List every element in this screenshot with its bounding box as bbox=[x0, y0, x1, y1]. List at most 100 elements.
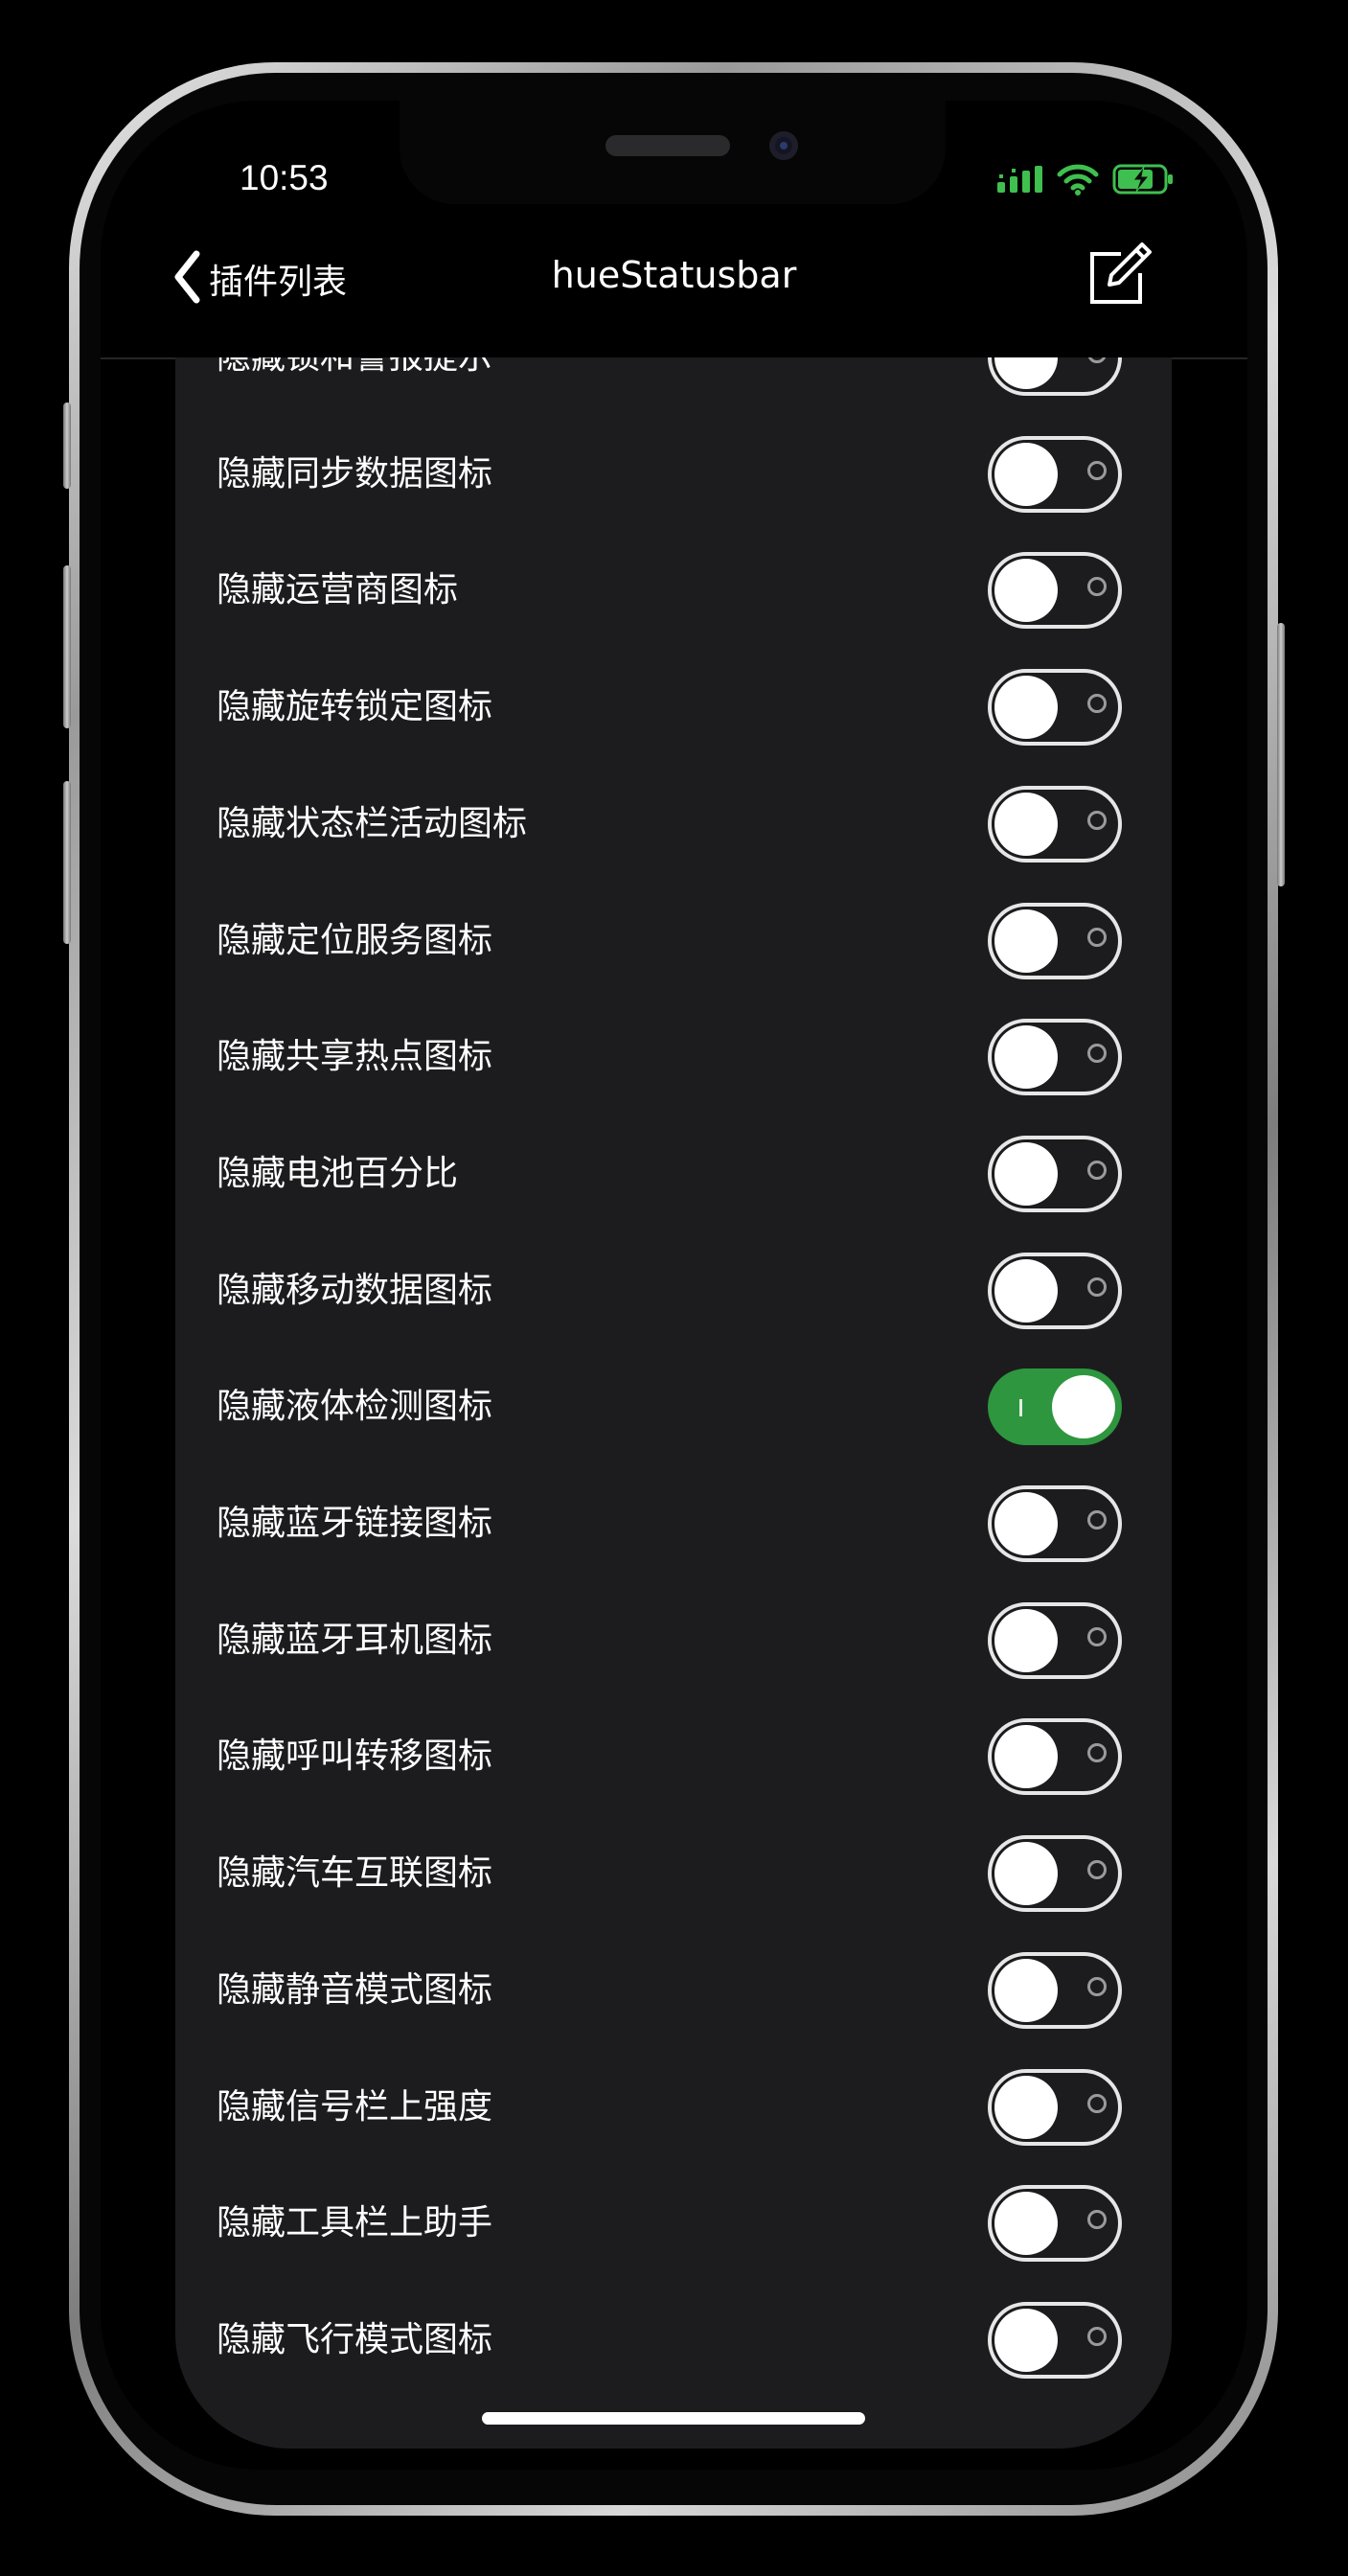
setting-row: 隐藏工具栏上助手 bbox=[175, 2165, 1172, 2282]
toggle-switch[interactable] bbox=[988, 1252, 1122, 1329]
phone-screen: 10:53 插件列表 hueStatusbar 隐藏同步数据图标 隐藏运营商图标… bbox=[101, 101, 1247, 2470]
setting-label: 隐藏锁和警报提示 bbox=[217, 357, 492, 416]
switch-off-mark-icon bbox=[1087, 2326, 1107, 2346]
toggle-switch[interactable] bbox=[988, 552, 1122, 630]
earpiece-speaker bbox=[605, 135, 730, 156]
home-indicator[interactable] bbox=[482, 2412, 865, 2425]
setting-label: 隐藏同步数据图标 bbox=[217, 453, 493, 494]
silent-switch bbox=[63, 402, 71, 489]
switch-off-mark-icon bbox=[1087, 1510, 1107, 1530]
switch-knob bbox=[994, 1725, 1058, 1789]
setting-row: 隐藏状态栏活动图标 bbox=[175, 766, 1172, 883]
switch-off-mark-icon bbox=[1087, 810, 1107, 830]
setting-row: 隐藏旋转锁定图标 bbox=[175, 649, 1172, 766]
switch-knob bbox=[994, 442, 1058, 506]
switch-off-mark-icon bbox=[1087, 1976, 1107, 1996]
switch-off-mark-icon bbox=[1087, 577, 1107, 597]
toggle-switch[interactable] bbox=[988, 1601, 1122, 1679]
notch bbox=[400, 101, 946, 204]
setting-label: 隐藏蓝牙链接图标 bbox=[217, 1504, 493, 1543]
setting-row: 隐藏信号栏上强度 bbox=[175, 2049, 1172, 2166]
setting-label: 隐藏信号栏上强度 bbox=[217, 2086, 493, 2127]
toggle-switch[interactable] bbox=[988, 902, 1122, 979]
toggle-switch[interactable] bbox=[988, 1835, 1122, 1913]
toggle-switch[interactable] bbox=[988, 435, 1122, 513]
setting-row: 隐藏静音模式图标 bbox=[175, 1932, 1172, 2049]
setting-label: 隐藏共享热点图标 bbox=[217, 1037, 493, 1077]
setting-label: 隐藏运营商图标 bbox=[217, 570, 459, 610]
toggle-switch[interactable] bbox=[988, 2068, 1122, 2146]
switch-off-mark-icon bbox=[1087, 2210, 1107, 2230]
setting-row: 隐藏液体检测图标 bbox=[175, 1348, 1172, 1465]
setting-row: 隐藏共享热点图标 bbox=[175, 999, 1172, 1116]
switch-knob bbox=[994, 792, 1058, 856]
setting-row: 隐藏电池百分比 bbox=[175, 1116, 1172, 1232]
switch-knob bbox=[994, 1608, 1058, 1672]
front-camera-icon bbox=[769, 131, 798, 160]
toggle-switch[interactable] bbox=[988, 1951, 1122, 2029]
switch-knob bbox=[994, 357, 1058, 389]
settings-list: 隐藏锁和警报提示隐藏同步数据图标隐藏运营商图标隐藏旋转锁定图标隐藏状态栏活动图标… bbox=[175, 357, 1172, 2449]
switch-on-mark-icon bbox=[1019, 1399, 1022, 1417]
toggle-switch[interactable] bbox=[988, 1019, 1122, 1096]
toggle-switch[interactable] bbox=[988, 2301, 1122, 2379]
edit-button[interactable] bbox=[1088, 242, 1152, 310]
switch-off-mark-icon bbox=[1087, 460, 1107, 480]
setting-label: 隐藏定位服务图标 bbox=[217, 920, 493, 960]
compose-icon bbox=[1088, 242, 1152, 310]
navigation-bar: 插件列表 hueStatusbar bbox=[101, 242, 1247, 359]
wifi-icon bbox=[1057, 163, 1099, 199]
switch-off-mark-icon bbox=[1087, 1160, 1107, 1180]
setting-label: 隐藏状态栏活动图标 bbox=[217, 803, 528, 843]
status-time: 10:53 bbox=[240, 158, 329, 197]
setting-row: 隐藏蓝牙耳机图标 bbox=[175, 1582, 1172, 1699]
setting-row: 隐藏锁和警报提示 bbox=[175, 357, 1172, 416]
page-title: hueStatusbar bbox=[551, 254, 797, 296]
toggle-switch[interactable] bbox=[988, 1135, 1122, 1212]
switch-off-mark-icon bbox=[1087, 927, 1107, 947]
switch-knob bbox=[994, 2075, 1058, 2139]
toggle-switch[interactable] bbox=[988, 1368, 1122, 1446]
switch-knob bbox=[994, 676, 1058, 740]
setting-label: 隐藏汽车互联图标 bbox=[217, 1853, 493, 1894]
toggle-switch[interactable] bbox=[988, 785, 1122, 862]
setting-label: 隐藏液体检测图标 bbox=[217, 1387, 493, 1427]
battery-charging-icon bbox=[1112, 164, 1176, 198]
setting-label: 隐藏旋转锁定图标 bbox=[217, 687, 493, 727]
setting-row: 隐藏运营商图标 bbox=[175, 532, 1172, 649]
switch-knob bbox=[994, 2192, 1058, 2256]
switch-off-mark-icon bbox=[1087, 1276, 1107, 1297]
setting-label: 隐藏飞行模式图标 bbox=[217, 2319, 493, 2359]
toggle-switch[interactable] bbox=[988, 2185, 1122, 2263]
setting-row: 隐藏飞行模式图标 bbox=[175, 2282, 1172, 2399]
toggle-switch[interactable] bbox=[988, 669, 1122, 747]
switch-knob bbox=[994, 1025, 1058, 1090]
switch-knob bbox=[994, 1492, 1058, 1555]
setting-row: 隐藏定位服务图标 bbox=[175, 883, 1172, 1000]
toggle-switch[interactable] bbox=[988, 1485, 1122, 1562]
toggle-switch[interactable] bbox=[988, 1718, 1122, 1796]
switch-knob bbox=[994, 1141, 1058, 1206]
setting-label: 隐藏电池百分比 bbox=[217, 1153, 459, 1193]
switch-off-mark-icon bbox=[1087, 357, 1107, 363]
setting-label: 隐藏呼叫转移图标 bbox=[217, 1736, 493, 1777]
status-icons bbox=[997, 163, 1176, 199]
switch-off-mark-icon bbox=[1087, 1743, 1107, 1763]
switch-off-mark-icon bbox=[1087, 2093, 1107, 2113]
setting-row: 隐藏蓝牙链接图标 bbox=[175, 1465, 1172, 1582]
setting-row: 隐藏移动数据图标 bbox=[175, 1232, 1172, 1349]
switch-knob bbox=[994, 1842, 1058, 1906]
setting-label: 隐藏移动数据图标 bbox=[217, 1270, 493, 1310]
switch-knob bbox=[994, 1958, 1058, 2022]
cellular-signal-icon bbox=[997, 166, 1043, 196]
switch-off-mark-icon bbox=[1087, 1860, 1107, 1880]
switch-off-mark-icon bbox=[1087, 1044, 1107, 1064]
switch-off-mark-icon bbox=[1087, 694, 1107, 714]
switch-knob bbox=[994, 908, 1058, 973]
toggle-switch[interactable] bbox=[988, 357, 1122, 396]
setting-row: 隐藏同步数据图标 bbox=[175, 416, 1172, 533]
setting-label: 隐藏蓝牙耳机图标 bbox=[217, 1620, 493, 1660]
setting-label: 隐藏静音模式图标 bbox=[217, 1969, 493, 2010]
switch-knob bbox=[994, 559, 1058, 623]
switch-knob bbox=[994, 1258, 1058, 1322]
